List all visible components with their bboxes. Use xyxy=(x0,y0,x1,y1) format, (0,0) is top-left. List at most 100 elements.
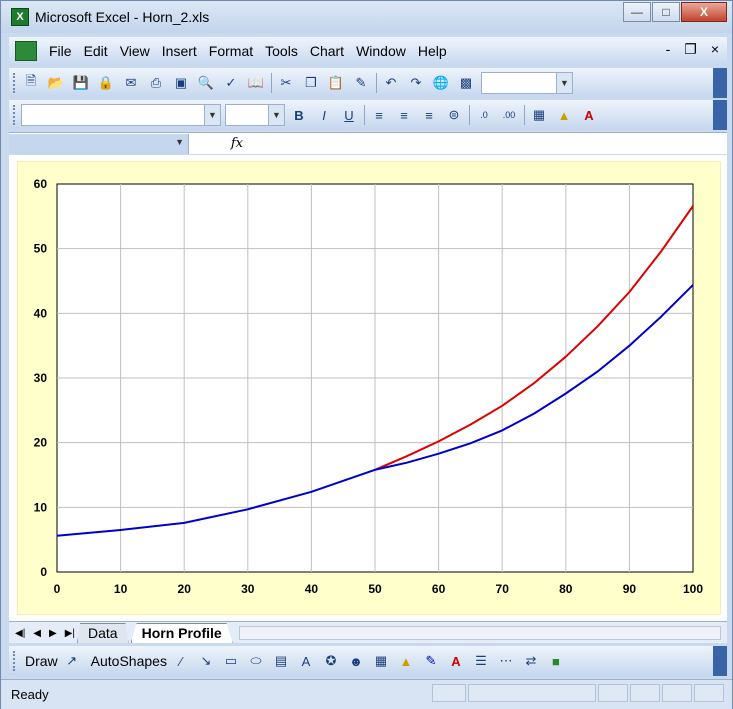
bold-icon[interactable]: B xyxy=(288,104,310,126)
menu-edit[interactable]: Edit xyxy=(84,43,108,59)
fill-color-icon[interactable]: ▲ xyxy=(395,650,417,672)
diagram-icon[interactable]: ✪ xyxy=(320,650,342,672)
increase-decimal-icon[interactable]: .0 xyxy=(473,104,495,126)
first-sheet-icon[interactable]: ◀| xyxy=(15,628,25,639)
chevron-down-icon[interactable]: ▼ xyxy=(556,73,572,93)
name-box[interactable]: ▼ xyxy=(9,133,189,154)
next-sheet-icon[interactable]: ▶ xyxy=(49,628,57,639)
fx-icon[interactable]: fx xyxy=(189,136,249,151)
oval-icon[interactable]: ⬭ xyxy=(245,650,267,672)
draw-menu-button[interactable]: Draw xyxy=(25,653,58,669)
italic-icon[interactable]: I xyxy=(313,104,335,126)
toolbar-separator xyxy=(364,105,365,125)
autoshapes-menu-button[interactable]: AutoShapes xyxy=(91,653,167,669)
workbook-icon[interactable] xyxy=(15,41,37,61)
window-title: Microsoft Excel - Horn_2.xls xyxy=(35,9,210,25)
toolbar-grip[interactable] xyxy=(13,651,17,671)
sheet-tab-bar: ◀| ◀ ▶ ▶| Data Horn Profile xyxy=(9,621,727,643)
close-button[interactable]: X xyxy=(681,2,727,22)
arrow-style-icon[interactable]: ⇄ xyxy=(520,650,542,672)
picture-icon[interactable]: ▦ xyxy=(370,650,392,672)
menu-bar: File Edit View Insert Format Tools Chart… xyxy=(9,37,727,65)
y-tick-label: 40 xyxy=(34,306,48,320)
align-left-icon[interactable]: ≡ xyxy=(368,104,390,126)
copy-icon[interactable]: ❐ xyxy=(300,72,322,94)
zoom-combo[interactable]: ▼ xyxy=(481,72,573,94)
chevron-down-icon[interactable]: ▼ xyxy=(204,105,220,125)
3d-style-icon[interactable]: ■ xyxy=(545,650,567,672)
toolbar-options-button[interactable] xyxy=(713,68,727,98)
borders-icon[interactable]: ▦ xyxy=(528,104,550,126)
workbook-minimize-button[interactable]: - xyxy=(666,41,671,58)
last-sheet-icon[interactable]: ▶| xyxy=(65,628,75,639)
print-preview-icon[interactable]: 🔍 xyxy=(195,72,217,94)
underline-icon[interactable]: U xyxy=(338,104,360,126)
undo-icon[interactable]: ↶ xyxy=(380,72,402,94)
formula-bar: ▼ fx xyxy=(9,132,727,154)
select-objects-icon[interactable]: ↗ xyxy=(61,650,83,672)
line-icon[interactable]: ∕ xyxy=(170,650,192,672)
toolbar-options-button[interactable] xyxy=(713,646,727,676)
chevron-down-icon[interactable]: ▼ xyxy=(175,137,184,147)
workbook-restore-button[interactable]: ❐ xyxy=(684,41,697,58)
spelling-icon[interactable]: ✓ xyxy=(220,72,242,94)
tab-horn-profile[interactable]: Horn Profile xyxy=(130,623,233,643)
hyperlink-icon[interactable]: 🌐 xyxy=(430,72,452,94)
menu-chart[interactable]: Chart xyxy=(310,43,344,59)
clipart-icon[interactable]: ☻ xyxy=(345,650,367,672)
minimize-button[interactable]: — xyxy=(623,2,651,22)
decrease-decimal-icon[interactable]: .00 xyxy=(498,104,520,126)
formula-input[interactable] xyxy=(249,134,727,154)
format-painter-icon[interactable]: ✎ xyxy=(350,72,372,94)
paste-icon[interactable]: 📋 xyxy=(325,72,347,94)
redo-icon[interactable]: ↷ xyxy=(405,72,427,94)
pdf-icon[interactable]: ▣ xyxy=(170,72,192,94)
toolbar-options-button[interactable] xyxy=(713,100,727,130)
align-right-icon[interactable]: ≡ xyxy=(418,104,440,126)
workbook-close-button[interactable]: × xyxy=(711,41,719,58)
new-icon[interactable]: 🗎 xyxy=(20,72,42,94)
menu-format[interactable]: Format xyxy=(209,43,253,59)
font-name-combo[interactable]: ▼ xyxy=(21,104,221,126)
font-size-combo[interactable]: ▼ xyxy=(225,104,285,126)
chart-wizard-icon[interactable]: ▩ xyxy=(455,72,477,94)
merge-center-icon[interactable]: ⊜ xyxy=(443,104,465,126)
line-style-icon[interactable]: ☰ xyxy=(470,650,492,672)
menu-help[interactable]: Help xyxy=(418,43,447,59)
menu-window[interactable]: Window xyxy=(356,43,406,59)
rectangle-icon[interactable]: ▭ xyxy=(220,650,242,672)
toolbar-grip[interactable] xyxy=(13,73,17,93)
tab-data[interactable]: Data xyxy=(77,623,129,643)
x-tick-label: 90 xyxy=(623,582,637,596)
fill-color-icon[interactable]: ▲ xyxy=(553,104,575,126)
align-center-icon[interactable]: ≡ xyxy=(393,104,415,126)
research-icon[interactable]: 📖 xyxy=(245,72,267,94)
line-color-icon[interactable]: ✎ xyxy=(420,650,442,672)
menu-insert[interactable]: Insert xyxy=(162,43,197,59)
menu-tools[interactable]: Tools xyxy=(265,43,298,59)
open-icon[interactable]: 📂 xyxy=(45,72,67,94)
chart-area[interactable]: 0 10 20 30 40 50 60 70 80 90 100 0 10 20 30 40 50 60 xyxy=(17,161,721,615)
x-tick-label: 60 xyxy=(432,582,446,596)
chevron-down-icon[interactable]: ▼ xyxy=(268,105,284,125)
horizontal-scrollbar[interactable] xyxy=(238,626,721,640)
prev-sheet-icon[interactable]: ◀ xyxy=(33,628,41,639)
textbox-icon[interactable]: ▤ xyxy=(270,650,292,672)
email-icon[interactable]: ✉ xyxy=(120,72,142,94)
menu-file[interactable]: File xyxy=(49,43,72,59)
dash-style-icon[interactable]: ⋯ xyxy=(495,650,517,672)
print-icon[interactable]: ⎙ xyxy=(145,72,167,94)
toolbar-grip[interactable] xyxy=(13,105,17,125)
permission-icon[interactable]: 🔒 xyxy=(95,72,117,94)
cut-icon[interactable]: ✂ xyxy=(275,72,297,94)
save-icon[interactable]: 💾 xyxy=(70,72,92,94)
font-color-icon[interactable]: A xyxy=(578,104,600,126)
horn-profile-chart[interactable]: 0 10 20 30 40 50 60 70 80 90 100 0 10 20 30 40 50 60 xyxy=(18,162,720,614)
wordart-icon[interactable]: A xyxy=(295,650,317,672)
x-tick-label: 50 xyxy=(368,582,382,596)
arrow-icon[interactable]: ↘ xyxy=(195,650,217,672)
menu-view[interactable]: View xyxy=(120,43,150,59)
toolbar-separator xyxy=(271,73,272,93)
font-color-icon[interactable]: A xyxy=(445,650,467,672)
maximize-button[interactable]: □ xyxy=(652,2,680,22)
